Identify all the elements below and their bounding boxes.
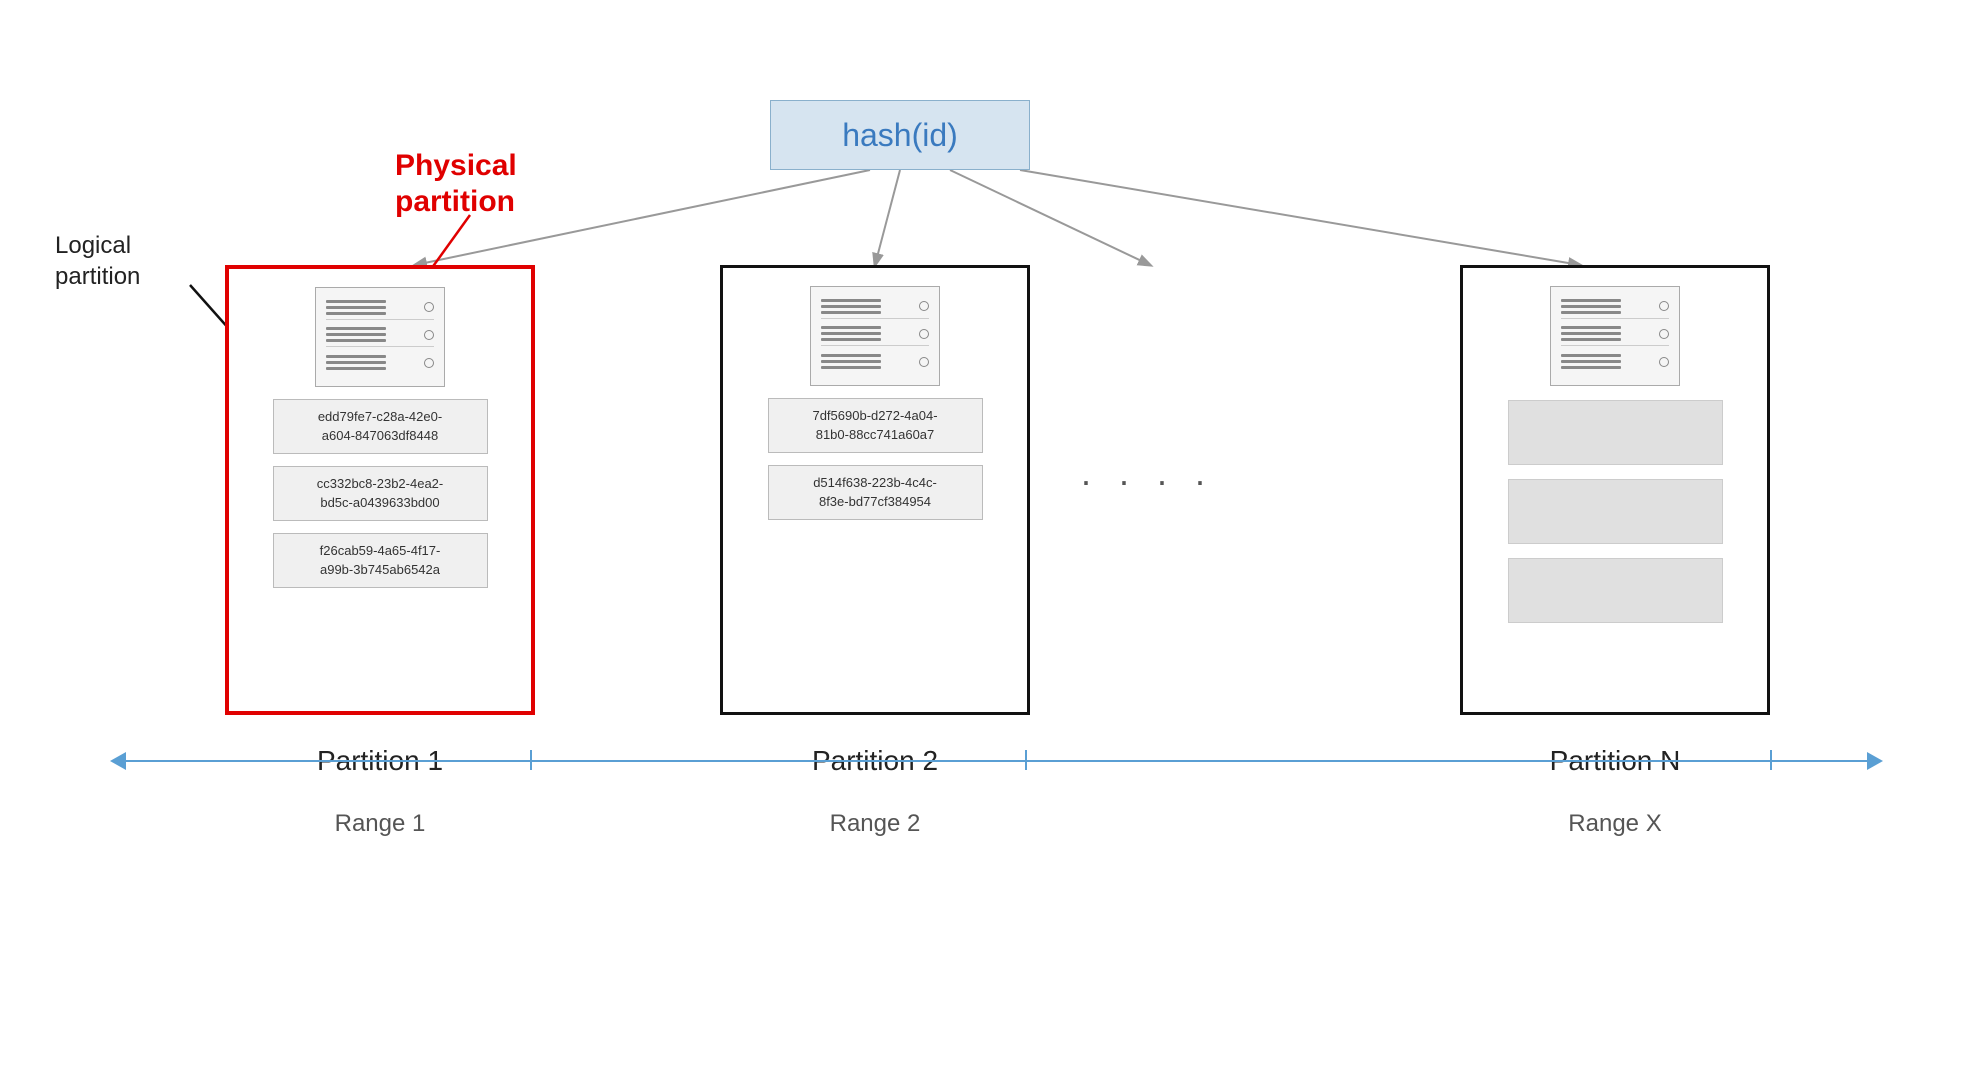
hash-label: hash(id) bbox=[842, 117, 958, 154]
placeholder-n-1 bbox=[1508, 400, 1723, 465]
range-label-n: Range X bbox=[1460, 810, 1770, 838]
record-2-2: d514f638-223b-4c4c- 8f3e-bd77cf384954 bbox=[768, 465, 983, 520]
range-label-2: Range 2 bbox=[720, 810, 1030, 838]
range-label-1: Range 1 bbox=[225, 810, 535, 838]
partition-box-1: edd79fe7-c28a-42e0- a604-847063df8448 cc… bbox=[225, 265, 535, 715]
partition-box-n bbox=[1460, 265, 1770, 715]
partition-box-2: 7df5690b-d272-4a04- 81b0-88cc741a60a7 d5… bbox=[720, 265, 1030, 715]
dots-separator: · · · · bbox=[1080, 460, 1214, 502]
axis-arrow-left bbox=[110, 752, 126, 770]
record-1-2: cc332bc8-23b2-4ea2- bd5c-a0439633bd00 bbox=[273, 466, 488, 521]
tick-1 bbox=[530, 750, 532, 770]
server-icon-1 bbox=[315, 287, 445, 387]
hash-box: hash(id) bbox=[770, 100, 1030, 170]
axis-arrow-right bbox=[1867, 752, 1883, 770]
record-1-1: edd79fe7-c28a-42e0- a604-847063df8448 bbox=[273, 399, 488, 454]
server-icon-2 bbox=[810, 286, 940, 386]
logical-partition-label: Logical partition bbox=[55, 230, 140, 292]
tick-2 bbox=[1025, 750, 1027, 770]
physical-partition-label: Physical partition bbox=[395, 148, 517, 220]
placeholder-n-3 bbox=[1508, 558, 1723, 623]
server-icon-n bbox=[1550, 286, 1680, 386]
tick-3 bbox=[1770, 750, 1772, 770]
record-2-1: 7df5690b-d272-4a04- 81b0-88cc741a60a7 bbox=[768, 398, 983, 453]
placeholder-n-2 bbox=[1508, 479, 1723, 544]
diagram-container: hash(id) Physical partition Logical part… bbox=[0, 0, 1970, 1089]
axis-line bbox=[120, 760, 1870, 762]
record-1-3: f26cab59-4a65-4f17- a99b-3b745ab6542a bbox=[273, 533, 488, 588]
